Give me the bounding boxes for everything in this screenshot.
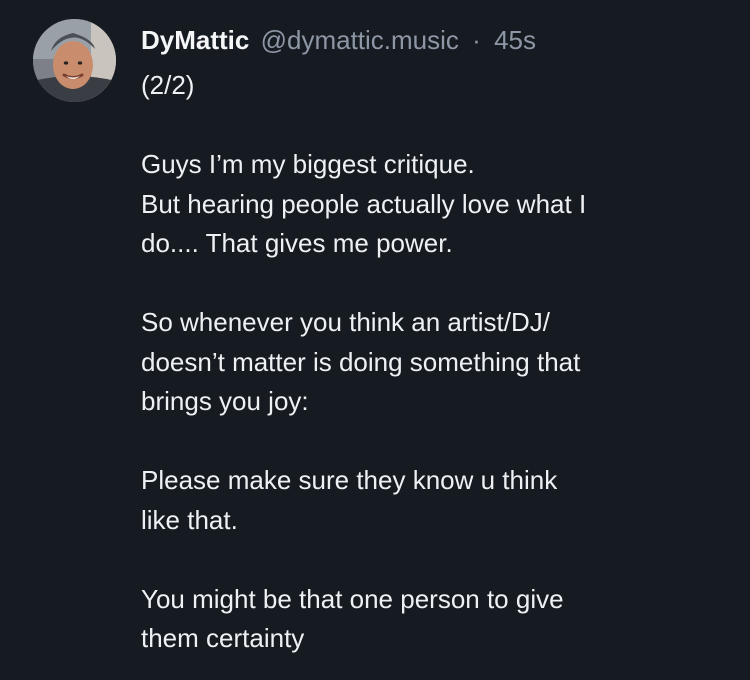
author-display-name[interactable]: DyMattic xyxy=(141,25,249,55)
post-header: DyMattic @dymattic.music · 45s xyxy=(141,22,536,58)
separator-dot: · xyxy=(472,25,481,55)
post-text-line: do.... That gives me power. xyxy=(141,228,453,258)
post-text-line: Please make sure they know u think xyxy=(141,465,558,495)
post-text-line: them certainty xyxy=(141,623,305,653)
post-text-line: like that. xyxy=(141,504,238,535)
post-timestamp[interactable]: 45s xyxy=(494,25,536,55)
post-text-line: brings you joy: xyxy=(141,386,309,416)
profile-photo-icon xyxy=(33,19,116,102)
post-text-line: You might be that one person to give xyxy=(141,583,564,614)
post-text-line: So whenever you think an artist/DJ/ xyxy=(141,307,550,337)
author-handle[interactable]: @dymattic.music xyxy=(261,25,459,55)
post-text-line: doesn’t matter is doing something that xyxy=(141,346,581,377)
avatar[interactable] xyxy=(33,19,116,102)
post-text: (2/2) Guys I’m my biggest critique. But … xyxy=(141,66,721,659)
post-text-line: Guys I’m my biggest critique. xyxy=(141,149,475,179)
post: DyMattic @dymattic.music · 45s (2/2) Guy… xyxy=(0,0,750,680)
post-text-line: (2/2) xyxy=(141,70,195,100)
post-text-line: But hearing people actually love what I xyxy=(141,188,587,219)
